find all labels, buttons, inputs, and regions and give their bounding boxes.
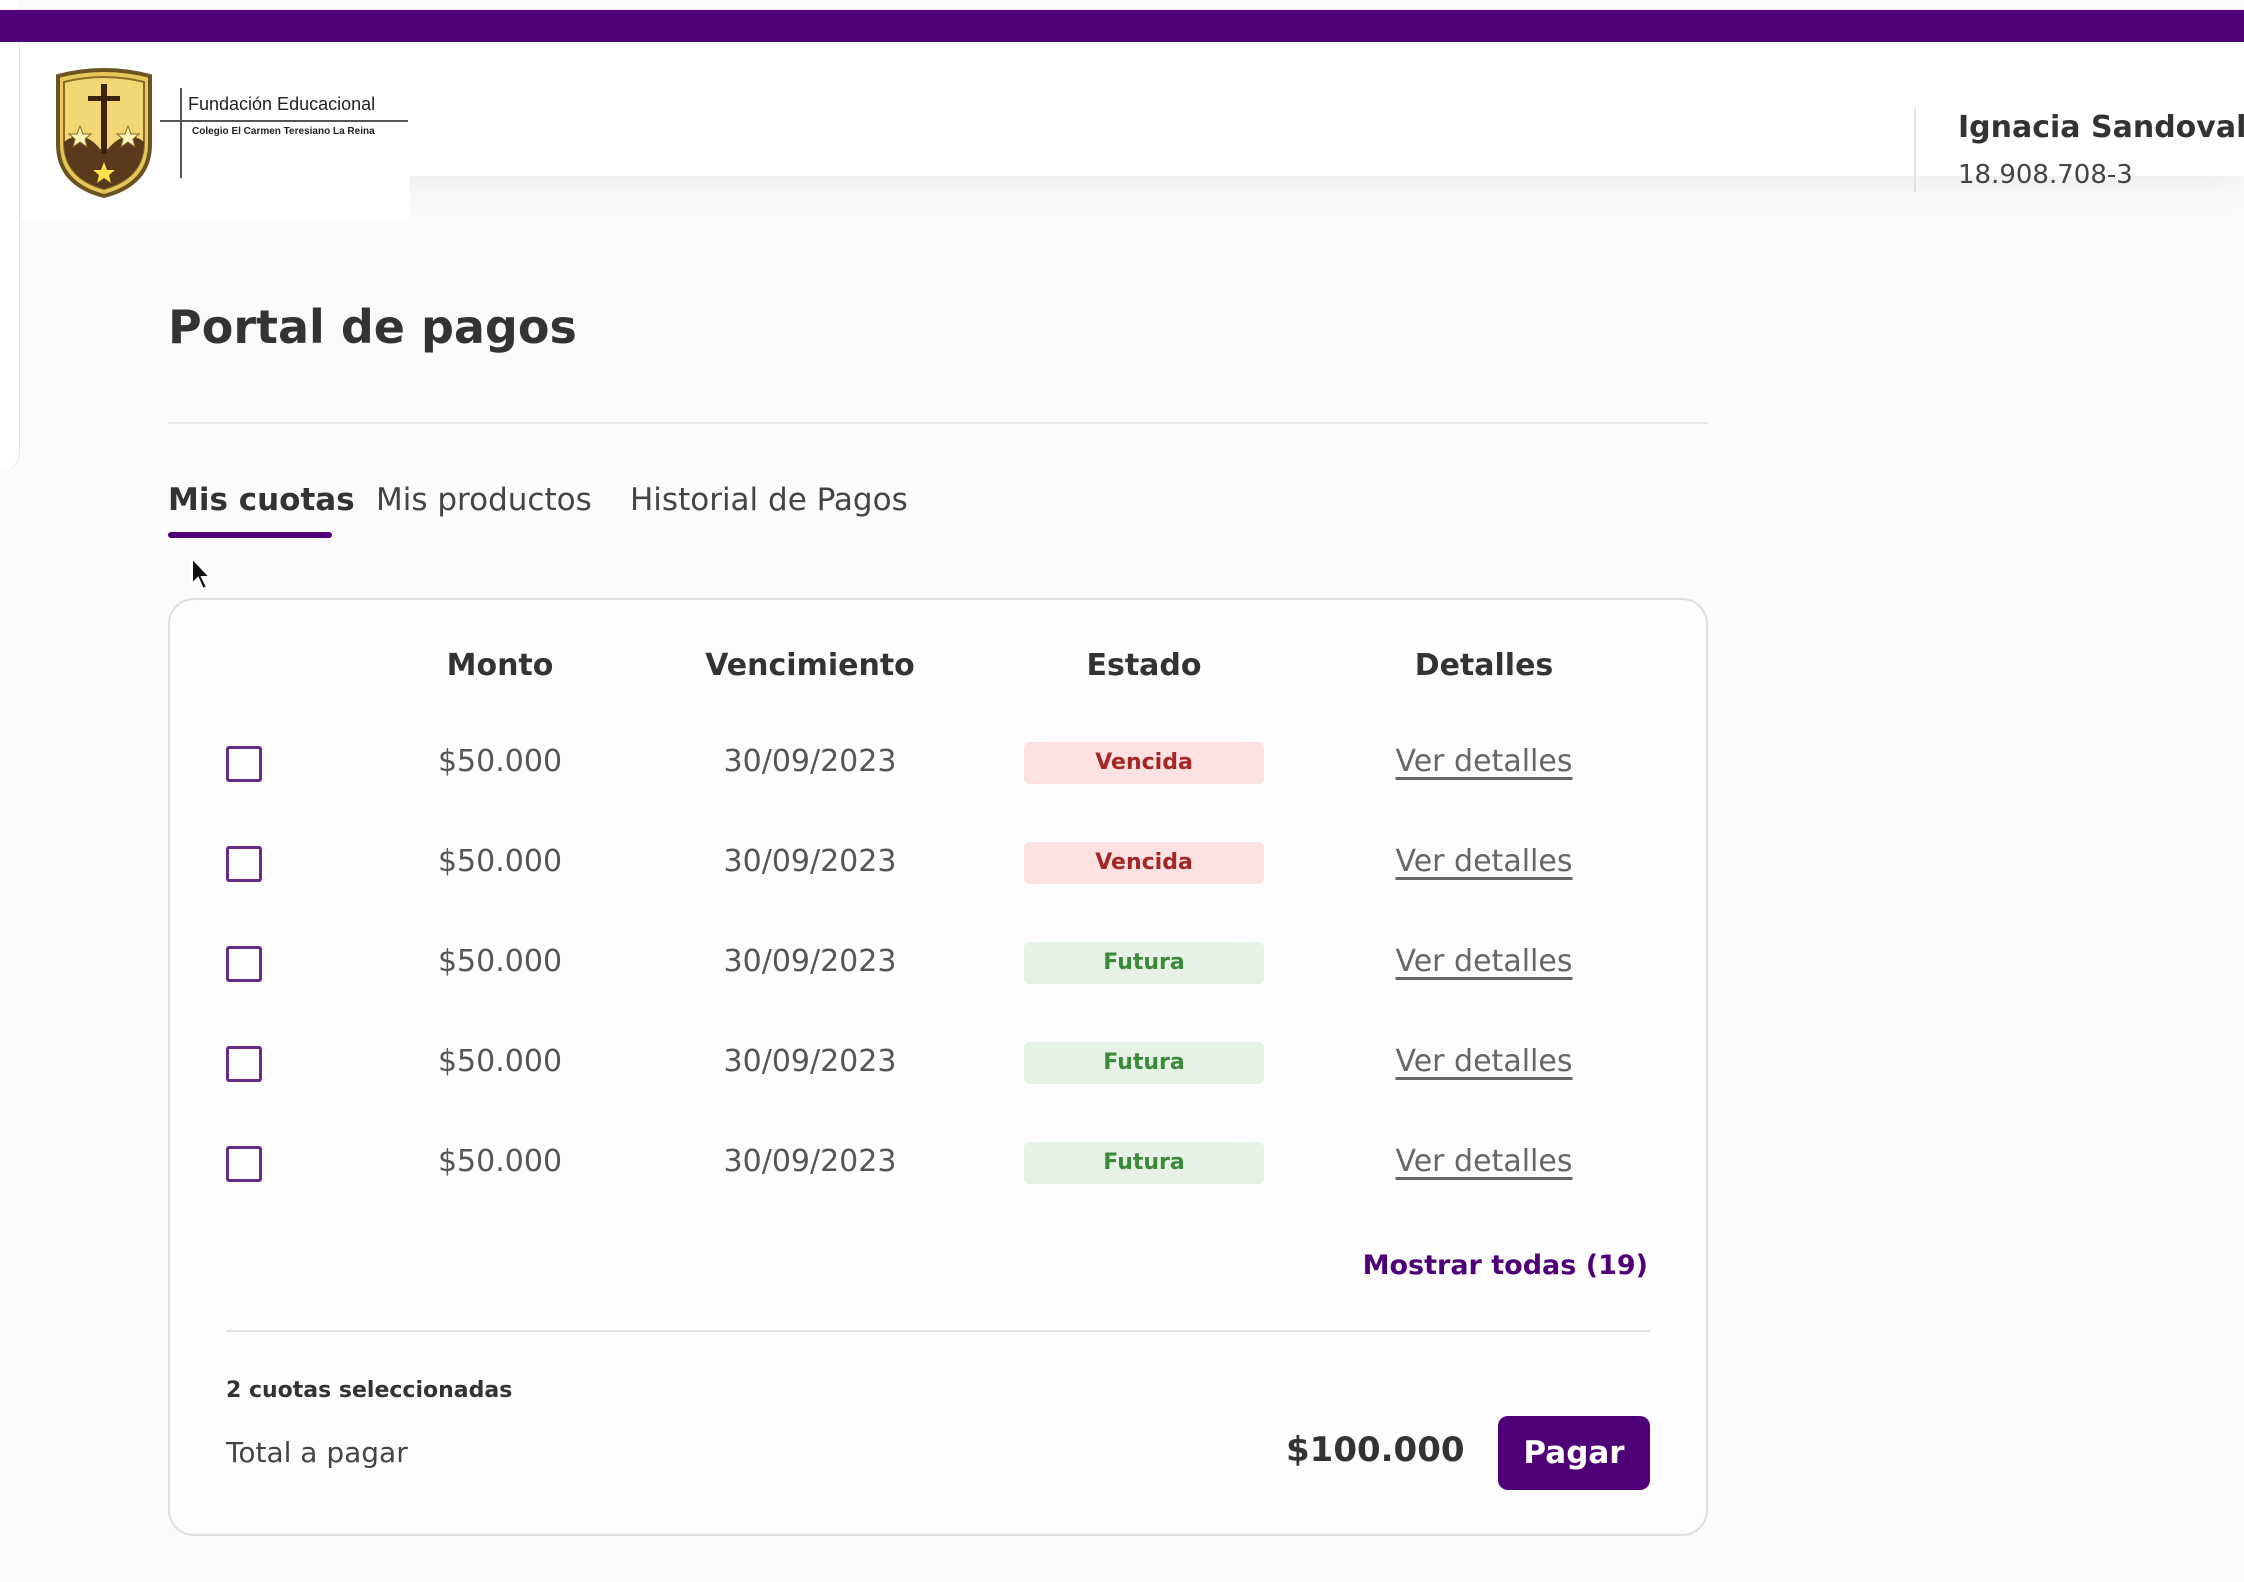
tab-historial-de-pagos[interactable]: Historial de Pagos xyxy=(630,482,908,518)
row-checkbox[interactable] xyxy=(226,946,262,982)
amount-cell: $50.000 xyxy=(437,844,563,879)
due-date-cell: 30/09/2023 xyxy=(723,744,897,779)
total-label: Total a pagar xyxy=(226,1436,408,1469)
table-row: $50.000 30/09/2023 Vencida Ver detalles xyxy=(170,834,1706,894)
view-details-link[interactable]: Ver detalles xyxy=(1364,1144,1604,1179)
column-header-estado: Estado xyxy=(1086,648,1202,683)
amount-cell: $50.000 xyxy=(437,1144,563,1179)
status-badge: Futura xyxy=(1024,1142,1264,1184)
amount-cell: $50.000 xyxy=(437,744,563,779)
due-date-cell: 30/09/2023 xyxy=(723,944,897,979)
table-row: $50.000 30/09/2023 Vencida Ver detalles xyxy=(170,734,1706,794)
row-checkbox[interactable] xyxy=(226,846,262,882)
crest-icon xyxy=(56,68,152,198)
installments-card: Monto Vencimiento Estado Detalles $50.00… xyxy=(168,598,1708,1536)
view-details-link[interactable]: Ver detalles xyxy=(1364,844,1604,879)
title-divider xyxy=(168,422,1708,424)
column-header-vencimiento: Vencimiento xyxy=(705,648,915,683)
user-rut: 18.908.708-3 xyxy=(1958,160,2133,190)
active-tab-indicator xyxy=(168,532,332,538)
tab-mis-productos[interactable]: Mis productos xyxy=(376,482,592,518)
row-checkbox[interactable] xyxy=(226,1146,262,1182)
mouse-cursor-icon xyxy=(191,556,213,591)
column-header-detalles: Detalles xyxy=(1414,648,1554,683)
status-badge: Futura xyxy=(1024,1042,1264,1084)
top-edge xyxy=(0,0,18,10)
status-badge: Vencida xyxy=(1024,842,1264,884)
logo-divider-horizontal xyxy=(160,120,408,122)
logo-title: Fundación Educacional xyxy=(188,94,376,114)
tab-mis-cuotas[interactable]: Mis cuotas xyxy=(168,482,355,518)
amount-cell: $50.000 xyxy=(437,1044,563,1079)
table-row: $50.000 30/09/2023 Futura Ver detalles xyxy=(170,1134,1706,1194)
selected-count: 2 cuotas seleccionadas xyxy=(226,1378,513,1403)
row-checkbox[interactable] xyxy=(226,1046,262,1082)
column-header-monto: Monto xyxy=(446,648,554,683)
status-badge: Futura xyxy=(1024,942,1264,984)
row-checkbox[interactable] xyxy=(226,746,262,782)
user-name: Ignacia Sandoval xyxy=(1958,110,2244,145)
card-divider xyxy=(226,1330,1650,1332)
logo-subtitle: Colegio El Carmen Teresiano La Reina xyxy=(192,126,375,137)
logo-divider-vertical xyxy=(180,88,182,178)
due-date-cell: 30/09/2023 xyxy=(723,1044,897,1079)
page-title: Portal de pagos xyxy=(168,300,577,354)
side-panel-edge xyxy=(0,42,20,472)
table-row: $50.000 30/09/2023 Futura Ver detalles xyxy=(170,934,1706,994)
user-separator xyxy=(1914,108,1916,192)
amount-cell: $50.000 xyxy=(437,944,563,979)
due-date-cell: 30/09/2023 xyxy=(723,844,897,879)
due-date-cell: 30/09/2023 xyxy=(723,1144,897,1179)
school-logo[interactable]: Fundación Educacional Colegio El Carmen … xyxy=(20,42,410,220)
pay-button[interactable]: Pagar xyxy=(1498,1416,1650,1490)
view-details-link[interactable]: Ver detalles xyxy=(1364,1044,1604,1079)
view-details-link[interactable]: Ver detalles xyxy=(1364,744,1604,779)
top-brand-bar xyxy=(0,10,2244,42)
view-details-link[interactable]: Ver detalles xyxy=(1364,944,1604,979)
status-badge: Vencida xyxy=(1024,742,1264,784)
show-all-link[interactable]: Mostrar todas (19) xyxy=(1363,1250,1648,1281)
table-row: $50.000 30/09/2023 Futura Ver detalles xyxy=(170,1034,1706,1094)
total-amount: $100.000 xyxy=(1286,1430,1465,1470)
